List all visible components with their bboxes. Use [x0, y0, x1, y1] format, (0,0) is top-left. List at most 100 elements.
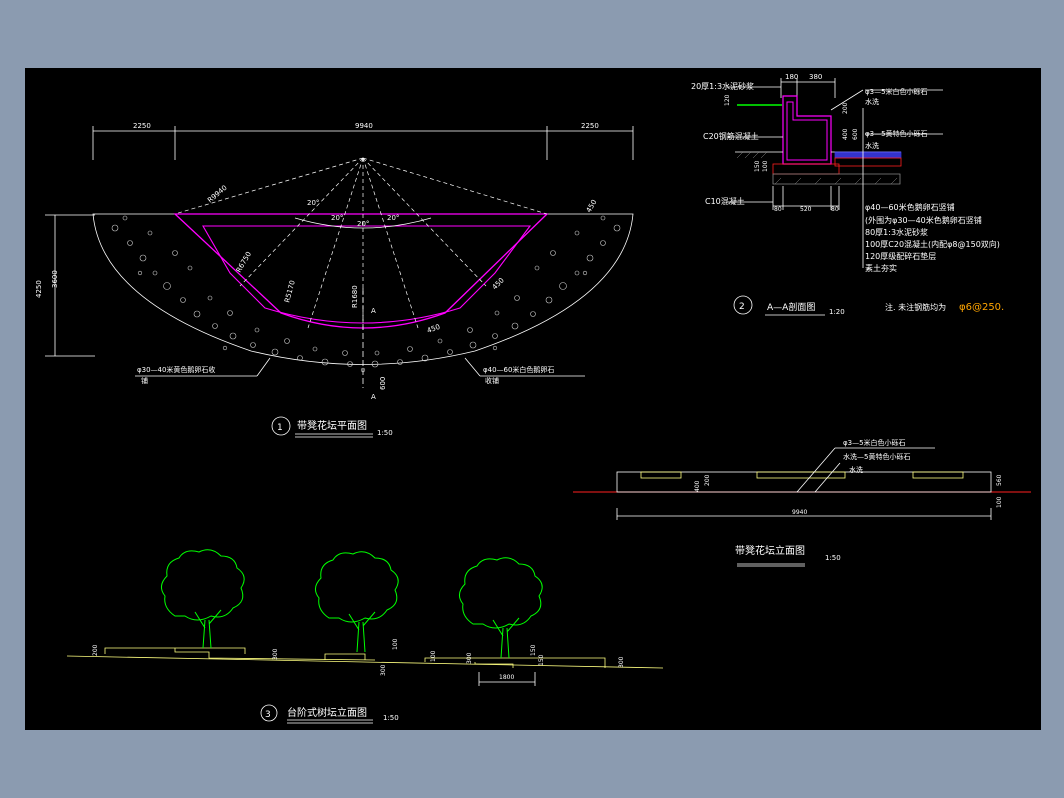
layer-label-2: (外围为φ30—40米色鹅卵石竖铺 [865, 215, 982, 225]
dim-width: 450 [585, 198, 599, 214]
angle-4: 20° [387, 214, 399, 222]
section-dim-180: 180 [785, 73, 798, 81]
section-wall-inner [786, 101, 828, 161]
title-3-num: 3 [265, 710, 271, 720]
layer-label-3: 80厚1:3水泥砂浆 [865, 227, 928, 237]
elev-dim-bottom: 9940 [792, 509, 807, 516]
foundation-red [772, 163, 840, 175]
plan-view [45, 126, 634, 438]
radius-inner2: R1680 [351, 285, 359, 308]
radius-inner1: R5170 [283, 280, 297, 304]
title-2-scale: 1:20 [829, 308, 845, 316]
section-dim-100: 100 [762, 160, 769, 172]
angle-3: 20° [357, 220, 369, 228]
radial-guide-lines [174, 157, 548, 332]
bench-elevation-texts: φ3—5米白色小砾石 水洗—5黄特色小砾石 水洗 9940 200 400 56… [694, 438, 1003, 562]
dim-600: 600 [379, 377, 387, 390]
step-dim-6: 300 [466, 652, 473, 664]
note-value: φ6@250. [959, 302, 1004, 313]
elev-dim-560: 560 [996, 474, 1003, 486]
label-c10: C10混凝土 [705, 196, 745, 206]
right-label-1: φ3—5米白色小砾石 [865, 87, 928, 96]
step-dim-3: 300 [380, 664, 387, 676]
title-3-scale: 1:50 [383, 714, 399, 722]
right-label-4: 水洗 [865, 141, 879, 150]
section-bot-520: 520 [800, 206, 812, 213]
tree-3 [459, 557, 543, 659]
section-dim-380: 380 [809, 73, 822, 81]
angle-1: 20° [307, 199, 319, 207]
elev-dim-200: 200 [704, 474, 711, 486]
section-bot-80a: 80 [774, 206, 782, 213]
section-dim-120: 120 [724, 94, 731, 106]
radius-mid: R6750 [235, 250, 253, 274]
title-1-num: 1 [277, 423, 283, 433]
stepped-dim-bottom: 1800 [499, 674, 514, 681]
bench-inner-outline [202, 225, 532, 324]
layer-label-4: 100厚C20混凝土(内配φ8@150双向) [865, 239, 1000, 249]
cad-drawing: 2250 9940 2250 4250 3600 R9940 R6750 R51… [35, 73, 1031, 724]
section-dim-200: 200 [842, 102, 849, 114]
elev-label-3: 水洗 [849, 465, 863, 474]
title-2: A—A剖面图 [767, 301, 815, 313]
angle-2: 20° [331, 214, 343, 222]
dim-450b: 450 [426, 323, 441, 335]
right-label-2: 水洗 [865, 97, 879, 106]
step-dim-9: 300 [618, 656, 625, 668]
title-elev-scale: 1:50 [825, 554, 841, 562]
plan-texts: 2250 9940 2250 4250 3600 R9940 R6750 R51… [35, 122, 599, 437]
leader-left-tip [256, 357, 271, 377]
cad-canvas: 2250 9940 2250 4250 3600 R9940 R6750 R51… [25, 68, 1041, 730]
tree-1 [161, 549, 245, 649]
section-dim-400: 400 [842, 128, 849, 140]
label-right-l1: φ40—60米白色鹅卵石 [483, 365, 554, 374]
layer-label-5: 120厚级配碎石垫层 [865, 251, 936, 261]
step-dim-8: 150 [538, 654, 545, 666]
label-left-l2: 铺 [141, 376, 148, 385]
elev-dim-100: 100 [996, 496, 1003, 508]
pebble-layer-blue [834, 151, 902, 159]
label-c20: C20钢筋混凝土 [703, 131, 759, 141]
dim-mid: 9940 [355, 122, 373, 130]
title-1: 带凳花坛平面图 [297, 419, 367, 432]
pebble-texture [111, 215, 621, 373]
tree-2 [315, 551, 399, 653]
layer-label-1: φ40—60米色鹅卵石竖铺 [865, 202, 955, 212]
trees [161, 549, 543, 659]
step-dim-2: 300 [272, 648, 279, 660]
section-wall [782, 95, 832, 165]
elev-dim-400: 400 [694, 480, 701, 492]
right-label-3: φ3—5黄特色小砾石 [865, 129, 928, 138]
dim-inner-h: 3600 [51, 270, 59, 288]
concrete-layer-red [834, 157, 902, 167]
title-3: 台阶式树坛立面图 [287, 706, 367, 719]
radius-outer: R9940 [206, 184, 229, 205]
step-dim-1: 200 [92, 644, 99, 656]
bench-top-1 [640, 471, 682, 479]
section-dim-600: 600 [852, 128, 859, 140]
elev-label-2: 水洗—5黄特色小砾石 [843, 452, 910, 461]
dim-right: 2250 [581, 122, 599, 130]
label-right-l2: 收铺 [485, 376, 499, 385]
dim-total-h: 4250 [35, 280, 43, 298]
label-left-l1: φ30—40米黄色鹅卵石收 [137, 365, 215, 374]
title-1-scale: 1:50 [377, 429, 393, 437]
dim-left: 2250 [133, 122, 151, 130]
leader-right-tip [464, 357, 481, 377]
title-2-num: 2 [739, 302, 745, 312]
section-a-top: A [371, 307, 376, 315]
dim-width2: 450 [491, 276, 506, 291]
section-a-bottom: A [371, 393, 376, 401]
step-dim-5: 100 [430, 650, 437, 662]
section-view [727, 78, 943, 316]
label-20-mortar: 20厚1:3水泥砂浆 [691, 81, 754, 91]
title-elev: 带凳花坛立面图 [735, 544, 805, 557]
section-bot-80b: 80 [831, 206, 839, 213]
bench-top-3 [912, 471, 964, 479]
stepped-texts: 200 300 300 100 100 300 150 150 300 1800… [92, 638, 625, 722]
bench-body [616, 471, 992, 493]
step-dim-4: 100 [392, 638, 399, 650]
section-dim-150: 150 [754, 160, 761, 172]
bench-leader-1 [796, 447, 836, 493]
step-dim-7: 150 [530, 644, 537, 656]
